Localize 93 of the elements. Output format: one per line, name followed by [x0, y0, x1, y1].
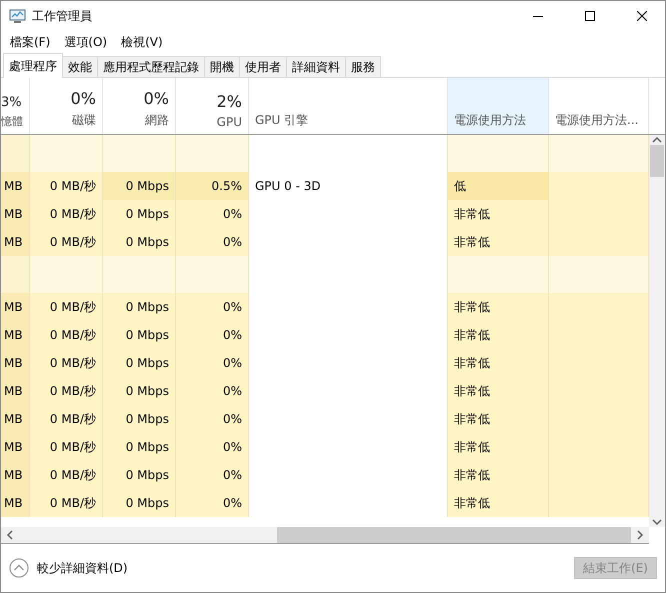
- cell-text: 0 Mbps: [126, 468, 169, 482]
- column-label: 網路: [145, 112, 169, 129]
- column-usage: 0%: [70, 89, 96, 108]
- cell-text: 0 Mbps: [126, 356, 169, 370]
- cell-text: 0 Mbps: [126, 179, 169, 193]
- cell-text: 非常低: [454, 466, 490, 484]
- cell-text: 0 MB/秒: [50, 178, 96, 194]
- cell-text: 0 MB/秒: [50, 326, 96, 344]
- maximize-icon: [585, 11, 595, 21]
- scroll-thumb[interactable]: [650, 145, 664, 177]
- cell-text: 0 MB/秒: [50, 298, 96, 316]
- cell-text: MB: [4, 496, 23, 510]
- cell-text: 0%: [222, 468, 242, 482]
- cell-text: 0 MB/秒: [50, 438, 96, 456]
- tab[interactable]: 詳細資料: [286, 56, 346, 77]
- tab[interactable]: 開機: [204, 56, 240, 77]
- cell-text: 0 Mbps: [126, 496, 169, 510]
- cell-text: MB: [4, 179, 23, 193]
- cell-text: 非常低: [454, 382, 490, 400]
- scroll-left-icon[interactable]: [5, 530, 15, 540]
- column-usage: 2%: [216, 92, 242, 111]
- cell-text: 0 MB/秒: [50, 206, 96, 222]
- cell-text: 非常低: [454, 298, 490, 316]
- cell-text: 0%: [222, 412, 242, 426]
- cell-text: 0 MB/秒: [50, 382, 96, 400]
- cell-text: MB: [4, 235, 23, 249]
- tab[interactable]: 服務: [345, 56, 381, 77]
- column-usage: 0%: [144, 89, 169, 108]
- cell-text: 0 Mbps: [126, 384, 169, 398]
- cell-text: 0%: [222, 300, 242, 314]
- cell-text: 0 MB/秒: [50, 354, 96, 372]
- tab[interactable]: 使用者: [239, 56, 287, 77]
- vertical-scrollbar[interactable]: [649, 135, 665, 527]
- cell-text: 非常低: [454, 326, 490, 344]
- menu-item[interactable]: 檔案(F): [3, 34, 58, 50]
- cell-text: 非常低: [454, 206, 490, 222]
- cell-text: 非常低: [454, 354, 490, 372]
- cell-text: 0%: [222, 440, 242, 454]
- column-label: 電源使用方法: [454, 112, 526, 129]
- tab[interactable]: 應用程式歷程記錄: [97, 56, 205, 77]
- collapse-icon: [9, 558, 29, 578]
- cell-text: 0 Mbps: [126, 300, 169, 314]
- menu-item[interactable]: 選項(O): [57, 34, 114, 50]
- scroll-thumb[interactable]: [277, 527, 631, 543]
- cell-text: 0 MB/秒: [50, 410, 96, 428]
- menu-item[interactable]: 檢視(V): [114, 34, 170, 50]
- cell-text: MB: [4, 300, 23, 314]
- cell-text: 0%: [222, 356, 242, 370]
- cell-text: 0 Mbps: [126, 328, 169, 342]
- cell-text: MB: [4, 440, 23, 454]
- cell-text: 非常低: [454, 234, 490, 250]
- scroll-down-icon[interactable]: [652, 517, 662, 527]
- cell-text: MB: [4, 328, 23, 342]
- cell-text: MB: [4, 384, 23, 398]
- cell-text: 0 MB/秒: [50, 466, 96, 484]
- cell-text: MB: [4, 207, 23, 221]
- cell-text: GPU 0 - 3D: [255, 179, 321, 193]
- cell-text: 0 MB/秒: [50, 494, 96, 512]
- cell-text: 0%: [222, 328, 242, 342]
- cell-text: MB: [4, 412, 23, 426]
- column-usage: 3%: [1, 95, 22, 110]
- cell-text: 0.5%: [212, 179, 242, 193]
- cell-text: 非常低: [454, 438, 490, 456]
- cell-text: 0%: [222, 384, 242, 398]
- column-label: 憶體: [1, 114, 23, 129]
- cell-text: 0 Mbps: [126, 440, 169, 454]
- fewer-details-toggle[interactable]: 較少詳細資料(D): [9, 558, 566, 578]
- cell-text: 0 Mbps: [126, 412, 169, 426]
- cell-text: 非常低: [454, 494, 490, 512]
- cell-text: 低: [454, 178, 466, 194]
- column-header[interactable]: 電源使用方法: [448, 78, 549, 134]
- column-label: 電源使用方法...: [555, 112, 638, 129]
- column-label: 磁碟: [72, 112, 96, 129]
- cell-text: 0 Mbps: [126, 207, 169, 221]
- cell-text: MB: [4, 356, 23, 370]
- cell-text: 0%: [222, 235, 242, 249]
- scroll-up-icon[interactable]: [652, 135, 662, 145]
- monitor-icon: [9, 8, 26, 24]
- cell-text: 0%: [222, 496, 242, 510]
- close-icon: [637, 11, 647, 21]
- cell-text: 非常低: [454, 410, 490, 428]
- cell-text: MB: [4, 468, 23, 482]
- column-label: GPU: [216, 115, 242, 129]
- scroll-right-icon[interactable]: [635, 530, 645, 540]
- horizontal-scrollbar[interactable]: [1, 527, 649, 544]
- window-title: 工作管理員: [32, 8, 93, 24]
- cell-text: 0 MB/秒: [50, 234, 96, 250]
- tab[interactable]: 處理程序: [3, 53, 63, 78]
- column-label: GPU 引擎: [255, 112, 308, 129]
- tab[interactable]: 效能: [62, 56, 98, 77]
- cell-text: 0%: [222, 207, 242, 221]
- cell-text: 0 Mbps: [126, 235, 169, 249]
- column-header[interactable]: 3% 憶體: [1, 78, 30, 134]
